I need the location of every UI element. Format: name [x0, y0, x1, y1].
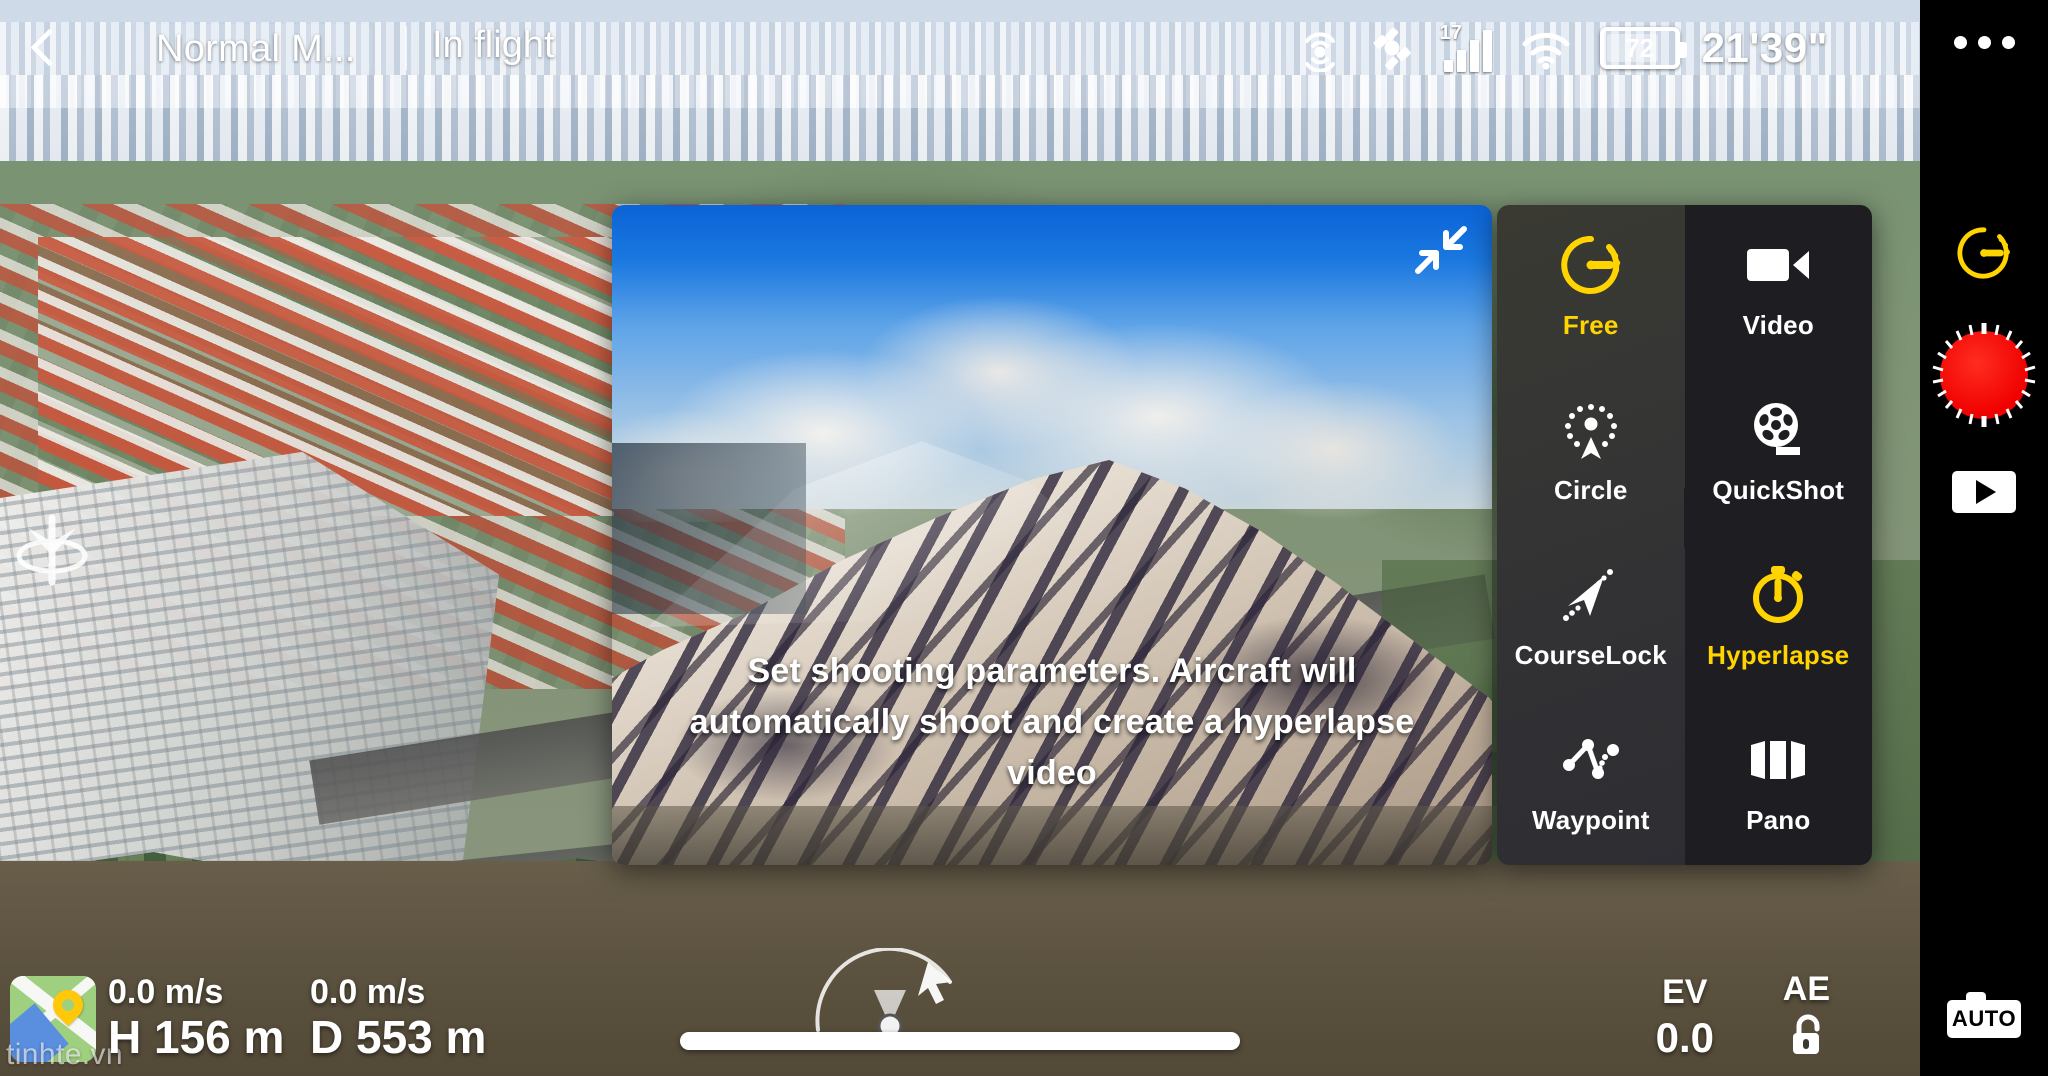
chevron-left-icon[interactable]	[24, 28, 64, 68]
mode-label-waypoint: Waypoint	[1531, 805, 1650, 835]
tutorial-video-preview[interactable]: Set shooting parameters. Aircraft will a…	[612, 205, 1492, 865]
mode-label-free: Free	[1562, 310, 1619, 340]
panorama-icon	[1747, 729, 1809, 791]
mode-item-hyperlapse[interactable]: Hyperlapse	[1685, 535, 1873, 700]
home-pan-bar[interactable]	[680, 1032, 1240, 1050]
flight-mode-button[interactable]: Normal M...	[140, 24, 372, 74]
collapse-arrows-icon[interactable]	[1412, 221, 1470, 279]
mode-item-video[interactable]: Video	[1685, 205, 1873, 370]
status-icon-cluster: 17 72 21'39"	[1298, 18, 1828, 78]
film-reel-icon	[1748, 399, 1808, 461]
more-options-dots-icon[interactable]	[1953, 36, 2015, 49]
distance-label: D	[310, 1011, 344, 1063]
video-camera-icon	[1745, 234, 1811, 296]
auto-exposure-badge[interactable]: AUTO	[1947, 992, 2021, 1038]
preview-shadow-left	[612, 442, 806, 615]
flight-time-label: 21'39"	[1701, 24, 1828, 71]
distance-telemetry: 0.0 m/s D 553 m	[310, 973, 486, 1064]
signal-bars-icon[interactable]: 17	[1440, 22, 1492, 72]
mode-label-circle: Circle	[1554, 475, 1628, 505]
mode-item-circle[interactable]: Circle	[1497, 370, 1685, 535]
waypoint-path-icon	[1560, 729, 1622, 791]
site-watermark: tinhte.vn	[6, 1038, 124, 1071]
mode-item-free[interactable]: Free	[1497, 205, 1685, 370]
return-to-home-icon[interactable]	[6, 498, 98, 590]
battery-percent-label: 72	[1625, 32, 1655, 63]
mode-item-pano[interactable]: Pano	[1685, 700, 1873, 865]
free-gimbal-dial-icon	[1560, 234, 1621, 296]
auto-label: AUTO	[1951, 1006, 2017, 1031]
topbar-divider	[405, 26, 407, 70]
record-button[interactable]	[1930, 321, 2038, 429]
courselock-arrow-icon	[1560, 564, 1622, 626]
mode-label-pano: Pano	[1746, 805, 1811, 835]
playback-gallery-icon[interactable]	[1952, 471, 2016, 513]
circle-orbit-icon	[1561, 399, 1621, 461]
height-label: H	[108, 1011, 142, 1063]
ae-lock-control[interactable]: AE	[1783, 970, 1830, 1062]
lock-open-icon	[1783, 1013, 1830, 1062]
mode-panel-right-column: Video QuickShot Hyperlapse Pano	[1683, 205, 1873, 865]
gimbal-attitude-icon[interactable]	[800, 946, 980, 1039]
gps-satellite-count: 17	[1439, 22, 1462, 44]
mode-panel-left-column: Free Circle CourseLock Waypoint	[1497, 205, 1685, 865]
wifi-icon[interactable]	[1520, 24, 1572, 72]
preview-base-ground	[612, 805, 1492, 865]
record-dial-ticks	[1932, 323, 2036, 427]
mode-item-courselock[interactable]: CourseLock	[1497, 535, 1685, 700]
battery-icon[interactable]: 72	[1599, 27, 1687, 69]
height-telemetry: 0.0 m/s H 156 m	[108, 973, 284, 1064]
mode-label-quickshot: QuickShot	[1712, 475, 1845, 505]
ae-label: AE	[1782, 970, 1830, 1008]
distance-value: 553 m	[356, 1011, 487, 1063]
tutorial-caption: Set shooting parameters. Aircraft will a…	[689, 652, 1415, 792]
horizontal-speed-value: 0.0 m/s	[310, 973, 426, 1011]
flight-mode-label: Normal M...	[156, 27, 356, 70]
intelligent-flight-mode-panel[interactable]: Free Circle CourseLock Waypoint Video Qu…	[1497, 205, 1872, 865]
mode-label-courselock: CourseLock	[1514, 640, 1667, 670]
mode-label-video: Video	[1742, 310, 1814, 340]
shoot-mode-dial-icon[interactable]	[1955, 224, 2013, 287]
mode-item-waypoint[interactable]: Waypoint	[1497, 700, 1685, 865]
ev-value: 0.0	[1655, 1014, 1714, 1061]
gps-satellite-icon[interactable]	[1370, 24, 1416, 72]
ev-control[interactable]: EV 0.0	[1656, 973, 1714, 1062]
telemetry-bar: tinhte.vn 0.0 m/s H 156 m 0.0 m/s D 553 …	[0, 946, 1920, 1076]
stopwatch-icon	[1748, 564, 1808, 626]
flight-state-label: In flight	[432, 24, 555, 66]
height-value: 156 m	[154, 1011, 285, 1063]
rc-signal-icon[interactable]	[1298, 24, 1342, 72]
mode-label-hyperlapse: Hyperlapse	[1707, 640, 1850, 670]
drone-controller-app: Normal M... In flight 17 72 21'39" Set s…	[0, 0, 2048, 1076]
mode-item-quickshot[interactable]: QuickShot	[1685, 370, 1873, 535]
vertical-speed-value: 0.0 m/s	[108, 973, 224, 1011]
ev-label: EV	[1662, 973, 1708, 1011]
camera-control-rail: AUTO	[1920, 0, 2048, 1076]
top-status-bar: Normal M... In flight 17 72 21'39"	[0, 0, 1920, 96]
